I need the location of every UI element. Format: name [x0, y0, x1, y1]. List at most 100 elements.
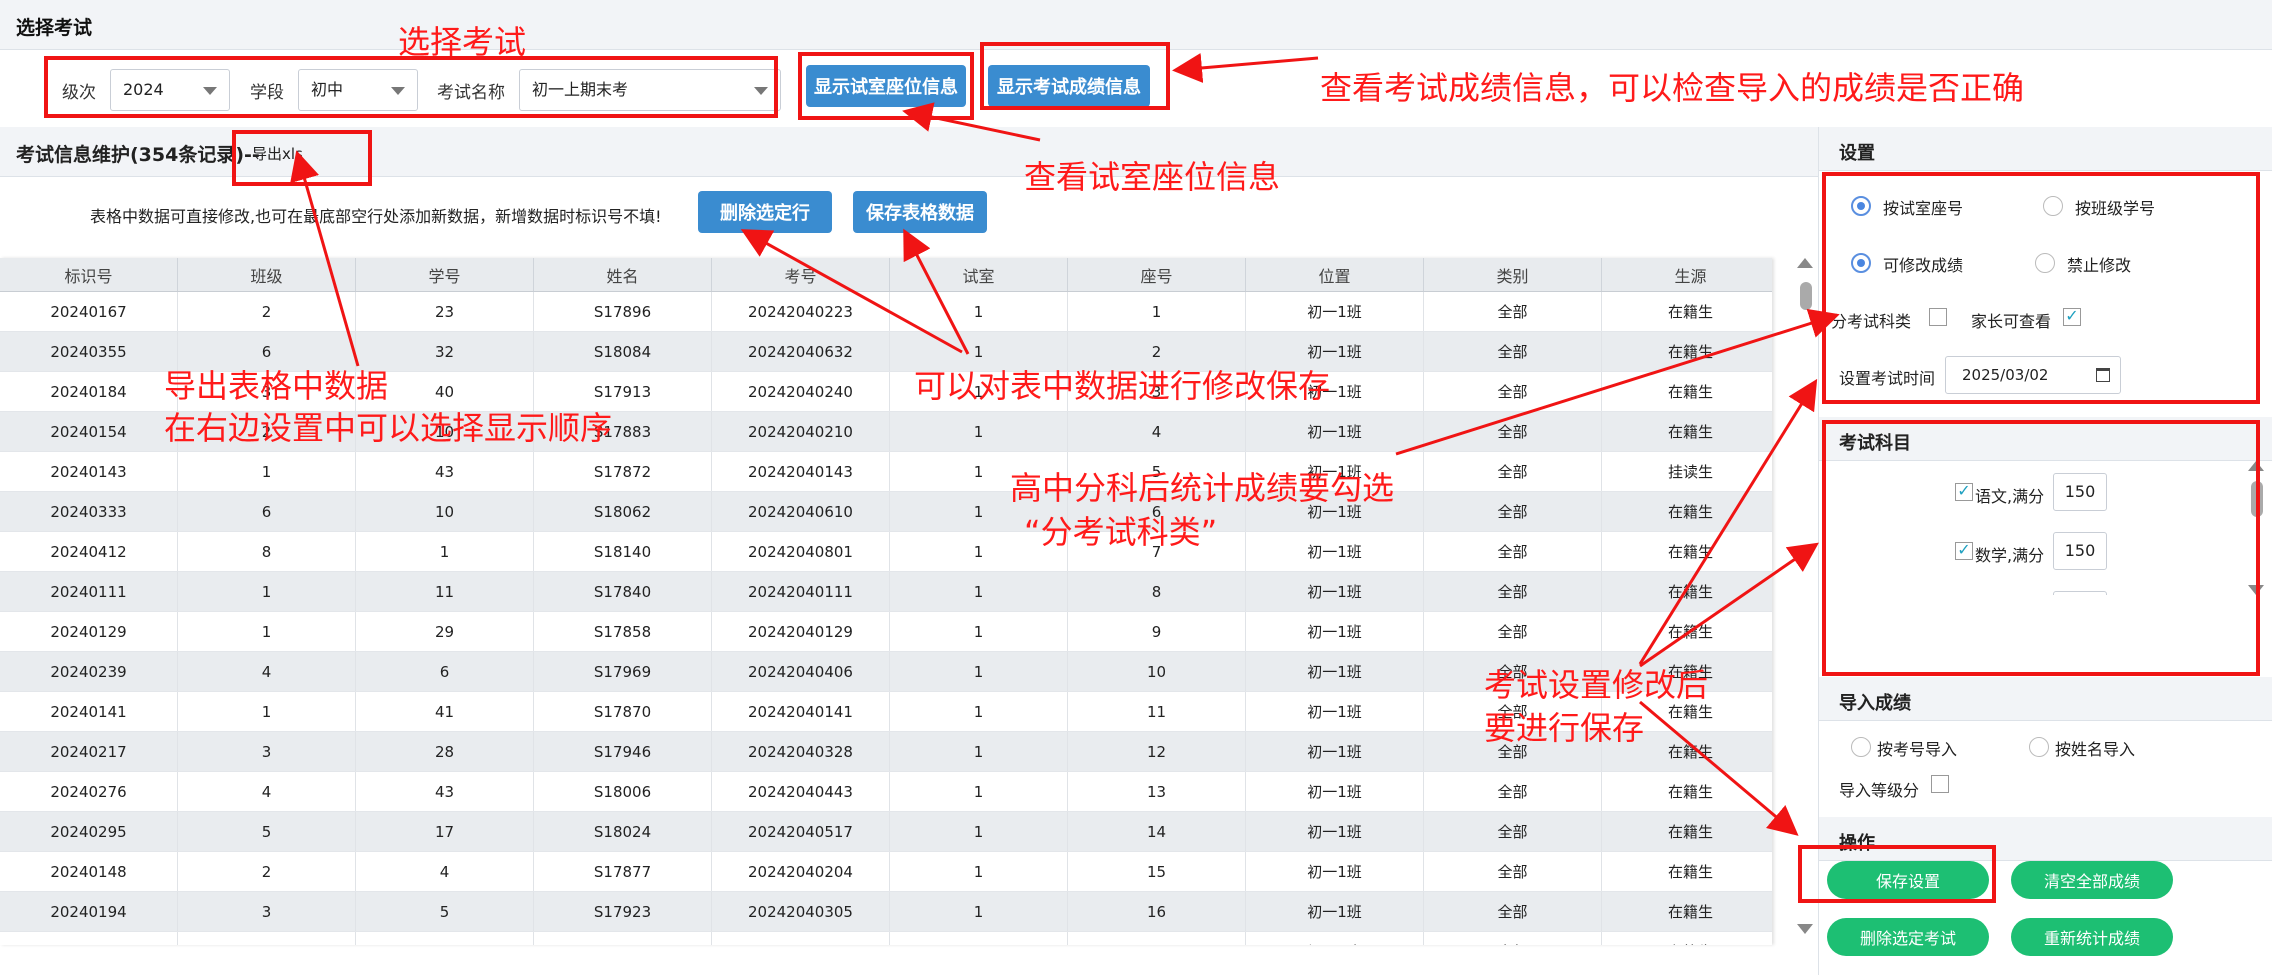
table-cell[interactable]: 20242040406 [712, 652, 890, 691]
table-row[interactable]: 20240194 3 5 S17923 20242040305 1 16 初一1班 全部 在籍生 [0, 892, 1772, 932]
table-cell[interactable]: S17877 [534, 852, 712, 891]
table-cell[interactable]: 20242040443 [712, 772, 890, 811]
table-cell[interactable]: 1 [356, 532, 534, 571]
subject-type-checkbox[interactable] [1929, 308, 1947, 326]
radio-by-class-no[interactable] [2043, 196, 2063, 216]
radio-no-edit[interactable] [2035, 253, 2055, 273]
table-cell[interactable]: S17872 [534, 452, 712, 491]
table-cell[interactable]: 初一1班 [1246, 852, 1424, 891]
table-cell[interactable]: 20242040118 [712, 932, 890, 945]
table-cell[interactable]: 43 [356, 772, 534, 811]
radio-editable[interactable] [1851, 253, 1871, 273]
table-cell[interactable]: 1 [178, 932, 356, 945]
table-cell[interactable]: 初一1班 [1246, 652, 1424, 691]
scroll-up-icon[interactable] [1797, 258, 1813, 268]
table-cell[interactable]: 20240194 [0, 892, 178, 931]
radio-by-exam-no[interactable] [1851, 737, 1871, 757]
radio-by-name[interactable] [2029, 737, 2049, 757]
column-header[interactable]: 学号 [356, 258, 534, 291]
table-row[interactable]: 20240148 2 4 S17877 20242040204 1 15 初一1班 全部 在籍生 [0, 852, 1772, 892]
table-cell[interactable]: 20240276 [0, 772, 178, 811]
table-cell[interactable]: 4 [1068, 412, 1246, 451]
table-cell[interactable]: 20240167 [0, 292, 178, 331]
column-header[interactable]: 标识号 [0, 258, 178, 291]
table-cell[interactable]: 全部 [1424, 332, 1602, 371]
table-cell[interactable]: 初一1班 [1246, 532, 1424, 571]
save-settings-button[interactable]: 保存设置 [1827, 861, 1989, 899]
column-header[interactable]: 类别 [1424, 258, 1602, 291]
table-cell[interactable]: 全部 [1424, 612, 1602, 651]
table-cell[interactable]: 1 [890, 732, 1068, 771]
table-cell[interactable]: S17870 [534, 692, 712, 731]
table-cell[interactable]: S17840 [534, 572, 712, 611]
level-score-checkbox[interactable] [1931, 775, 1949, 793]
table-cell[interactable]: 28 [356, 732, 534, 771]
table-cell[interactable]: 全部 [1424, 892, 1602, 931]
table-cell[interactable]: 17 [356, 812, 534, 851]
table-cell[interactable]: 10 [356, 492, 534, 531]
table-cell[interactable]: 9 [1068, 612, 1246, 651]
table-cell[interactable]: 1 [890, 772, 1068, 811]
table-cell[interactable]: 在籍生 [1602, 292, 1772, 331]
table-cell[interactable]: 20242040517 [712, 812, 890, 851]
table-cell[interactable]: 1 [890, 652, 1068, 691]
column-header[interactable]: 生源 [1602, 258, 1772, 291]
table-cell[interactable]: 5 [356, 892, 534, 931]
table-cell[interactable]: 43 [356, 452, 534, 491]
table-cell[interactable]: 全部 [1424, 572, 1602, 611]
table-cell[interactable]: 20242040305 [712, 892, 890, 931]
subject-checkbox[interactable]: ✓ [1955, 483, 1973, 501]
exam-select[interactable]: 初一上期末考 [519, 69, 781, 111]
table-cell[interactable]: 4 [178, 652, 356, 691]
table-cell[interactable]: 1 [890, 692, 1068, 731]
table-cell[interactable]: 11 [356, 572, 534, 611]
table-cell[interactable]: 全部 [1424, 772, 1602, 811]
table-cell[interactable]: 6 [356, 652, 534, 691]
table-cell[interactable]: 20240217 [0, 732, 178, 771]
table-cell[interactable]: 全部 [1424, 492, 1602, 531]
table-cell[interactable]: 在籍生 [1602, 372, 1772, 411]
column-header[interactable]: 座号 [1068, 258, 1246, 291]
table-cell[interactable]: 20240295 [0, 812, 178, 851]
table-row[interactable]: 20240143 1 43 S17872 20242040143 1 5 初一1班 全部 挂读生 [0, 452, 1772, 492]
table-cell[interactable]: S17946 [534, 732, 712, 771]
column-header[interactable]: 试室 [890, 258, 1068, 291]
scroll-down-icon[interactable] [1797, 924, 1813, 934]
table-cell[interactable]: 4 [356, 852, 534, 891]
table-cell[interactable]: 20242040240 [712, 372, 890, 411]
table-cell[interactable]: 1 [178, 612, 356, 651]
table-cell[interactable]: 23 [356, 292, 534, 331]
save-table-button[interactable]: 保存表格数据 [853, 191, 987, 233]
table-cell[interactable]: 17 [1068, 932, 1246, 945]
table-cell[interactable]: 在籍生 [1602, 812, 1772, 851]
table-cell[interactable]: 在籍生 [1602, 612, 1772, 651]
subject-full-score-input[interactable]: 150 [2053, 473, 2107, 511]
table-cell[interactable]: S18140 [534, 532, 712, 571]
table-cell[interactable]: 20240154 [0, 412, 178, 451]
table-cell[interactable]: 在籍生 [1602, 772, 1772, 811]
scroll-up-icon[interactable] [2248, 461, 2264, 471]
subject-full-score-input[interactable]: 150 [2053, 591, 2107, 595]
column-header[interactable]: 位置 [1246, 258, 1424, 291]
subject-full-score-input[interactable]: 150 [2053, 532, 2107, 570]
table-cell[interactable]: 全部 [1424, 532, 1602, 571]
column-header[interactable]: 班级 [178, 258, 356, 291]
table-row[interactable]: 20240333 6 10 S18062 20242040610 1 6 初一1班 全部 在籍生 [0, 492, 1772, 532]
table-cell[interactable]: 初一1班 [1246, 732, 1424, 771]
clear-scores-button[interactable]: 清空全部成绩 [2011, 861, 2173, 899]
table-cell[interactable]: 20240148 [0, 852, 178, 891]
column-header[interactable]: 考号 [712, 258, 890, 291]
table-cell[interactable]: 挂读生 [1602, 452, 1772, 491]
table-cell[interactable]: 全部 [1424, 452, 1602, 491]
table-cell[interactable]: 20240412 [0, 532, 178, 571]
table-cell[interactable]: 20240143 [0, 452, 178, 491]
table-cell[interactable]: 3 [178, 732, 356, 771]
table-cell[interactable]: 29 [356, 612, 534, 651]
table-row[interactable]: 20240276 4 43 S18006 20242040443 1 13 初一1班 全部 在籍生 [0, 772, 1772, 812]
table-cell[interactable]: S17913 [534, 372, 712, 411]
table-cell[interactable]: 8 [1068, 572, 1246, 611]
table-cell[interactable]: 20240184 [0, 372, 178, 411]
table-cell[interactable]: S18062 [534, 492, 712, 531]
table-cell[interactable]: 20242040141 [712, 692, 890, 731]
table-cell[interactable]: 初一1班 [1246, 932, 1424, 945]
